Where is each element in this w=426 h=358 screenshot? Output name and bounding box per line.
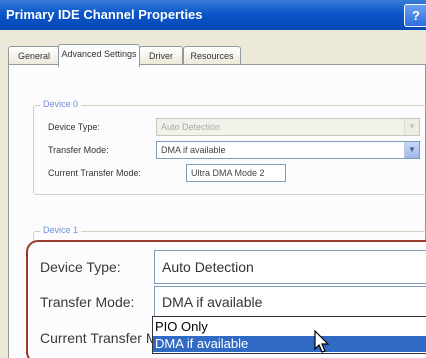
dropdown-arrow-icon: ▼ (404, 119, 419, 135)
device1-transfer-select[interactable]: DMA if available (154, 286, 426, 318)
device0-legend: Device 0 (40, 99, 82, 109)
device1-type-select[interactable]: Auto Detection (154, 250, 426, 284)
device1-type-value: Auto Detection (162, 259, 254, 275)
dropdown-option-dma-if-available[interactable]: DMA if available (153, 336, 426, 352)
properties-window: Primary IDE Channel Properties ? General… (0, 0, 426, 358)
device0-current-value: Ultra DMA Mode 2 (191, 168, 265, 178)
device0-transfer-select[interactable]: DMA if available ▼ (156, 141, 420, 159)
dropdown-arrow-icon[interactable]: ▼ (404, 142, 419, 158)
tab-driver[interactable]: Driver (139, 46, 183, 65)
tab-resources[interactable]: Resources (183, 46, 241, 65)
transfer-mode-dropdown-list[interactable]: PIO Only DMA if available (152, 316, 426, 354)
device0-transfer-value: DMA if available (161, 145, 226, 155)
mouse-cursor-icon (314, 330, 330, 353)
device0-type-select: Auto Detection ▼ (156, 118, 420, 136)
dropdown-option-pio-only[interactable]: PIO Only (153, 319, 426, 335)
tab-general[interactable]: General (8, 46, 60, 65)
device1-transfer-value: DMA if available (162, 294, 263, 310)
device0-group: Device 0 Device Type: Auto Detection ▼ T… (33, 99, 426, 195)
device1-legend: Device 1 (40, 225, 82, 235)
window-title: Primary IDE Channel Properties (6, 7, 203, 22)
device1-zoom-callout: Device Type: Auto Detection Transfer Mod… (26, 240, 426, 358)
device0-type-label: Device Type: (48, 122, 100, 132)
device0-type-value: Auto Detection (161, 122, 221, 132)
device0-current-label: Current Transfer Mode: (48, 168, 142, 178)
device0-transfer-label: Transfer Mode: (48, 145, 109, 155)
device0-current-mode: Ultra DMA Mode 2 (186, 164, 286, 182)
help-button[interactable]: ? (404, 4, 426, 27)
tab-advanced-settings[interactable]: Advanced Settings (58, 44, 140, 67)
device1-type-label: Device Type: (40, 259, 121, 275)
title-bar[interactable]: Primary IDE Channel Properties ? (0, 0, 426, 30)
device1-transfer-label: Transfer Mode: (40, 294, 135, 310)
